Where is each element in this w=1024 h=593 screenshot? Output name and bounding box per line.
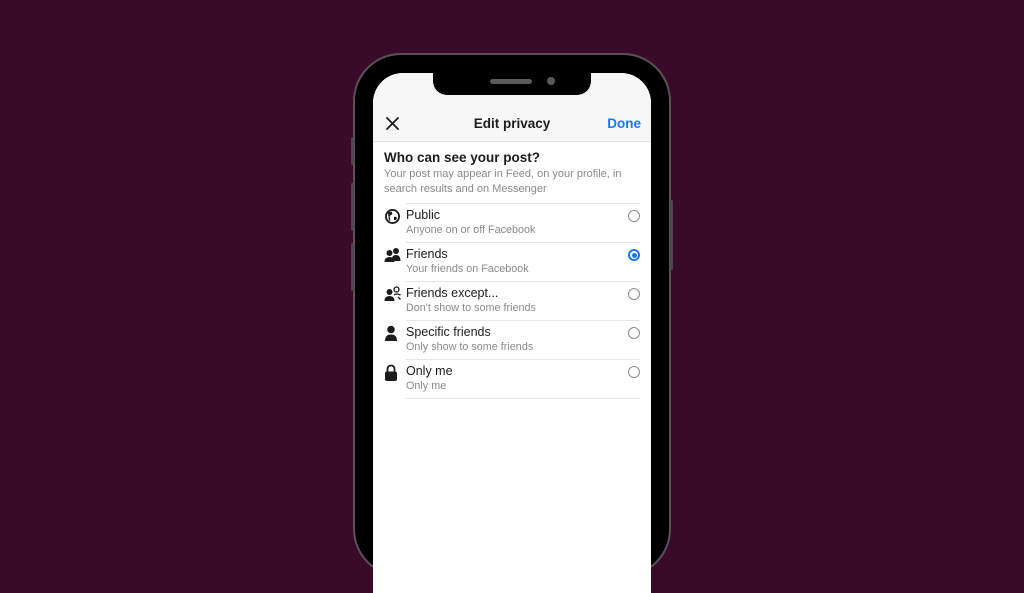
notch [433, 73, 591, 95]
close-icon [385, 116, 399, 130]
option-public[interactable]: Public Anyone on or off Facebook [384, 203, 640, 242]
option-label: Friends [406, 247, 448, 261]
option-friends[interactable]: Friends Your friends on Facebook [384, 242, 640, 281]
option-specific-friends[interactable]: Specific friends Only show to some frien… [384, 320, 640, 359]
question-subtitle: Your post may appear in Feed, on your pr… [384, 168, 622, 195]
radio-friends[interactable] [628, 249, 640, 261]
mute-switch [351, 137, 354, 165]
power-button [670, 200, 673, 270]
volume-down-button [351, 243, 354, 291]
option-label: Only me [406, 364, 453, 378]
option-description: Anyone on or off Facebook [406, 224, 536, 236]
option-label: Public [406, 208, 441, 222]
radio-public[interactable] [628, 210, 640, 222]
option-label: Specific friends [406, 325, 491, 339]
header-bar: Edit privacy Done [373, 105, 651, 142]
radio-only-me[interactable] [628, 366, 640, 378]
option-friends-except[interactable]: Friends except... Don't show to some fri… [384, 281, 640, 320]
volume-up-button [351, 183, 354, 231]
privacy-options: Public Anyone on or off Facebook Friends… [384, 203, 640, 399]
option-only-me[interactable]: Only me Only me [384, 359, 640, 398]
close-button[interactable] [383, 114, 401, 132]
done-button[interactable]: Done [607, 116, 641, 131]
person-icon [384, 325, 406, 347]
option-description: Your friends on Facebook [406, 263, 529, 275]
friends-icon [384, 247, 406, 269]
globe-icon [384, 208, 406, 230]
divider [406, 398, 640, 399]
question-title: Who can see your post? [384, 150, 541, 165]
phone-screen: Edit privacy Done Who can see your post?… [373, 73, 651, 593]
option-description: Don't show to some friends [406, 302, 536, 314]
radio-friends-except[interactable] [628, 288, 640, 300]
privacy-content: Who can see your post? Your post may app… [373, 142, 651, 399]
option-description: Only me [406, 380, 447, 392]
front-camera [547, 77, 555, 85]
lock-icon [384, 364, 406, 386]
option-description: Only show to some friends [406, 341, 534, 353]
speaker [490, 79, 532, 84]
option-label: Friends except... [406, 286, 499, 300]
phone-frame: Edit privacy Done Who can see your post?… [351, 55, 673, 593]
radio-specific-friends[interactable] [628, 327, 640, 339]
friends-except-icon [384, 286, 406, 308]
